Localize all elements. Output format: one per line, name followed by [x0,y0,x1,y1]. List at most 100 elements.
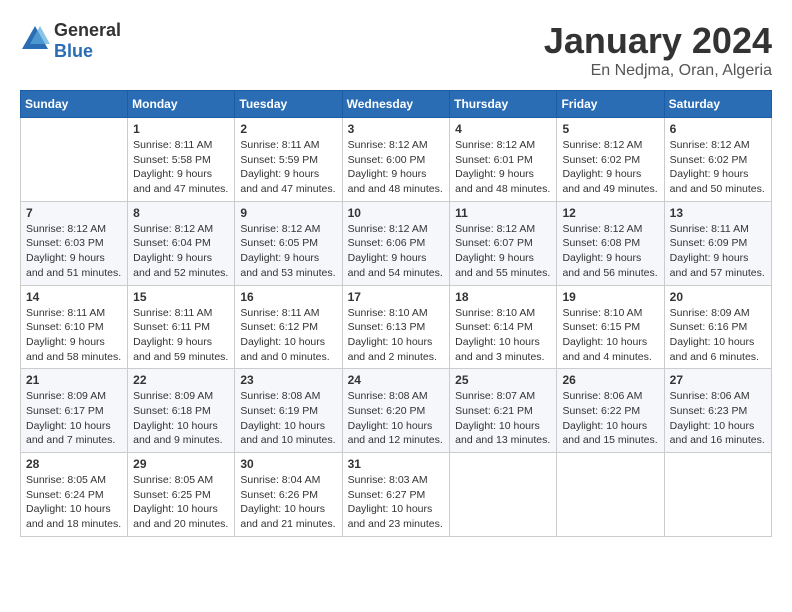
day-number: 31 [348,457,445,471]
calendar-cell: 24 Sunrise: 8:08 AMSunset: 6:20 PMDayligh… [342,369,450,453]
day-info: Sunrise: 8:04 AMSunset: 6:26 PMDaylight:… [240,473,336,532]
day-number: 7 [26,206,122,220]
day-number: 13 [670,206,766,220]
day-info: Sunrise: 8:12 AMSunset: 6:05 PMDaylight:… [240,222,336,281]
calendar-cell: 6Sunrise: 8:12 AMSunset: 6:02 PMDaylight… [664,118,771,202]
calendar-cell: 29 Sunrise: 8:05 AMSunset: 6:25 PMDayligh… [128,453,235,537]
day-info: Sunrise: 8:12 AMSunset: 6:03 PMDaylight:… [26,222,122,281]
calendar-cell: 21 Sunrise: 8:09 AMSunset: 6:17 PMDayligh… [21,369,128,453]
day-number: 12 [562,206,658,220]
day-number: 4 [455,122,551,136]
day-number: 28 [26,457,122,471]
calendar-week-4: 21 Sunrise: 8:09 AMSunset: 6:17 PMDayligh… [21,369,772,453]
day-info: Sunrise: 8:10 AMSunset: 6:15 PMDaylight:… [562,306,658,365]
calendar-cell: 28 Sunrise: 8:05 AMSunset: 6:24 PMDayligh… [21,453,128,537]
day-info: Sunrise: 8:12 AMSunset: 6:07 PMDaylight:… [455,222,551,281]
calendar-cell: 7 Sunrise: 8:12 AMSunset: 6:03 PMDaylight… [21,201,128,285]
calendar-cell [21,118,128,202]
day-number: 5 [562,122,658,136]
day-info: Sunrise: 8:05 AMSunset: 6:25 PMDaylight:… [133,473,229,532]
calendar-week-5: 28 Sunrise: 8:05 AMSunset: 6:24 PMDayligh… [21,453,772,537]
day-info: Sunrise: 8:06 AMSunset: 6:22 PMDaylight:… [562,389,658,448]
weekday-header-sunday: Sunday [21,91,128,118]
calendar-cell: 26 Sunrise: 8:06 AMSunset: 6:22 PMDayligh… [557,369,664,453]
day-info: Sunrise: 8:09 AMSunset: 6:16 PMDaylight:… [670,306,766,365]
day-info: Sunrise: 8:09 AMSunset: 6:18 PMDaylight:… [133,389,229,448]
calendar-cell: 13 Sunrise: 8:11 AMSunset: 6:09 PMDayligh… [664,201,771,285]
calendar-cell: 22 Sunrise: 8:09 AMSunset: 6:18 PMDayligh… [128,369,235,453]
day-number: 16 [240,290,336,304]
day-number: 8 [133,206,229,220]
day-info: Sunrise: 8:11 AMSunset: 6:09 PMDaylight:… [670,222,766,281]
calendar-cell: 17 Sunrise: 8:10 AMSunset: 6:13 PMDayligh… [342,285,450,369]
calendar-cell [450,453,557,537]
day-info: Sunrise: 8:11 AMSunset: 6:10 PMDaylight:… [26,306,122,365]
day-info: Sunrise: 8:12 AMSunset: 6:06 PMDaylight:… [348,222,445,281]
calendar-cell: 16 Sunrise: 8:11 AMSunset: 6:12 PMDayligh… [235,285,342,369]
weekday-header-tuesday: Tuesday [235,91,342,118]
calendar-week-3: 14 Sunrise: 8:11 AMSunset: 6:10 PMDayligh… [21,285,772,369]
logo-icon [20,24,50,59]
day-number: 3 [348,122,445,136]
calendar-cell: 12 Sunrise: 8:12 AMSunset: 6:08 PMDayligh… [557,201,664,285]
day-number: 11 [455,206,551,220]
day-info: Sunrise: 8:05 AMSunset: 6:24 PMDaylight:… [26,473,122,532]
day-info: Sunrise: 8:12 AMSunset: 6:04 PMDaylight:… [133,222,229,281]
day-info: Sunrise: 8:07 AMSunset: 6:21 PMDaylight:… [455,389,551,448]
weekday-header-row: SundayMondayTuesdayWednesdayThursdayFrid… [21,91,772,118]
calendar-cell: 10 Sunrise: 8:12 AMSunset: 6:06 PMDayligh… [342,201,450,285]
day-number: 25 [455,373,551,387]
calendar-cell: 19Sunrise: 8:10 AMSunset: 6:15 PMDayligh… [557,285,664,369]
day-number: 27 [670,373,766,387]
day-info: Sunrise: 8:03 AMSunset: 6:27 PMDaylight:… [348,473,445,532]
day-info: Sunrise: 8:10 AMSunset: 6:13 PMDaylight:… [348,306,445,365]
weekday-header-wednesday: Wednesday [342,91,450,118]
day-info: Sunrise: 8:10 AMSunset: 6:14 PMDaylight:… [455,306,551,365]
logo: General Blue [20,20,121,62]
day-info: Sunrise: 8:09 AMSunset: 6:17 PMDaylight:… [26,389,122,448]
calendar-cell: 25 Sunrise: 8:07 AMSunset: 6:21 PMDayligh… [450,369,557,453]
day-number: 17 [348,290,445,304]
day-info: Sunrise: 8:12 AMSunset: 6:01 PMDaylight:… [455,138,551,197]
weekday-header-friday: Friday [557,91,664,118]
day-number: 23 [240,373,336,387]
day-info: Sunrise: 8:12 AMSunset: 6:02 PMDaylight:… [670,138,766,197]
calendar-cell: 4 Sunrise: 8:12 AMSunset: 6:01 PMDaylight… [450,118,557,202]
location-title: En Nedjma, Oran, Algeria [544,62,772,80]
calendar-cell: 20 Sunrise: 8:09 AMSunset: 6:16 PMDayligh… [664,285,771,369]
calendar-cell [664,453,771,537]
day-number: 24 [348,373,445,387]
day-number: 26 [562,373,658,387]
day-number: 18 [455,290,551,304]
calendar-cell: 2 Sunrise: 8:11 AMSunset: 5:59 PMDaylight… [235,118,342,202]
day-number: 20 [670,290,766,304]
day-number: 22 [133,373,229,387]
calendar-cell: 8 Sunrise: 8:12 AMSunset: 6:04 PMDaylight… [128,201,235,285]
logo-blue: Blue [54,41,93,61]
calendar-cell: 27Sunrise: 8:06 AMSunset: 6:23 PMDayligh… [664,369,771,453]
day-number: 2 [240,122,336,136]
day-number: 10 [348,206,445,220]
day-info: Sunrise: 8:11 AMSunset: 6:12 PMDaylight:… [240,306,336,365]
calendar-week-1: 1Sunrise: 8:11 AMSunset: 5:58 PMDaylight… [21,118,772,202]
day-info: Sunrise: 8:08 AMSunset: 6:19 PMDaylight:… [240,389,336,448]
day-info: Sunrise: 8:12 AMSunset: 6:02 PMDaylight:… [562,138,658,197]
weekday-header-saturday: Saturday [664,91,771,118]
day-number: 21 [26,373,122,387]
day-number: 9 [240,206,336,220]
day-info: Sunrise: 8:08 AMSunset: 6:20 PMDaylight:… [348,389,445,448]
calendar-cell: 31 Sunrise: 8:03 AMSunset: 6:27 PMDayligh… [342,453,450,537]
day-info: Sunrise: 8:12 AMSunset: 6:00 PMDaylight:… [348,138,445,197]
weekday-header-thursday: Thursday [450,91,557,118]
day-number: 29 [133,457,229,471]
calendar-table: SundayMondayTuesdayWednesdayThursdayFrid… [20,90,772,537]
calendar-cell: 11 Sunrise: 8:12 AMSunset: 6:07 PMDayligh… [450,201,557,285]
calendar-cell: 9 Sunrise: 8:12 AMSunset: 6:05 PMDaylight… [235,201,342,285]
day-info: Sunrise: 8:11 AMSunset: 5:59 PMDaylight:… [240,138,336,197]
calendar-cell: 14 Sunrise: 8:11 AMSunset: 6:10 PMDayligh… [21,285,128,369]
day-number: 30 [240,457,336,471]
day-info: Sunrise: 8:11 AMSunset: 6:11 PMDaylight:… [133,306,229,365]
logo-text: General Blue [54,20,121,62]
day-number: 14 [26,290,122,304]
day-info: Sunrise: 8:12 AMSunset: 6:08 PMDaylight:… [562,222,658,281]
